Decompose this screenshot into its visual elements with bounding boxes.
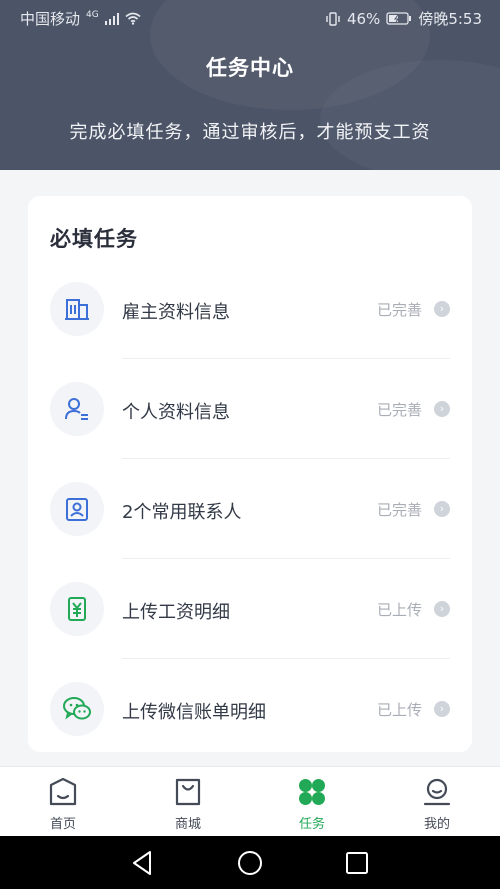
task-label: 雇主资料信息	[122, 302, 230, 323]
vibrate-icon	[326, 11, 340, 26]
divider	[122, 358, 450, 359]
contact-card-icon	[50, 482, 104, 536]
task-status: 已完善	[376, 401, 422, 419]
shopping-bag-icon	[175, 778, 201, 806]
chevron-right-icon: ›	[434, 501, 450, 517]
tab-label: 任务	[298, 817, 325, 832]
page-title: 任务中心	[206, 56, 294, 80]
divider	[122, 458, 450, 459]
battery-icon	[386, 12, 412, 25]
wechat-icon	[50, 682, 104, 736]
page-subtitle: 完成必填任务，通过审核后，才能预支工资	[69, 122, 431, 143]
chevron-right-icon: ›	[434, 401, 450, 417]
signal-icon	[104, 12, 119, 25]
chevron-right-icon: ›	[434, 301, 450, 317]
status-right: 46% 傍晚5:53	[325, 8, 482, 29]
tab-label: 我的	[423, 817, 450, 832]
chevron-right-icon: ›	[434, 601, 450, 617]
task-employer-info[interactable]: 雇主资料信息 已完善 ›	[28, 274, 472, 374]
tab-home[interactable]: 首页	[13, 767, 113, 837]
divider	[122, 558, 450, 559]
clock: 傍晚5:53	[418, 10, 482, 28]
task-status: 已完善	[376, 301, 422, 319]
yuan-document-icon	[50, 582, 104, 636]
home-circle-icon[interactable]	[235, 848, 265, 878]
task-label: 2个常用联系人	[122, 502, 242, 523]
task-label: 上传工资明细	[122, 602, 230, 623]
wifi-icon	[125, 12, 141, 25]
user-icon	[50, 382, 104, 436]
card-title: 必填任务	[50, 227, 138, 251]
chevron-right-icon: ›	[434, 701, 450, 717]
task-contacts[interactable]: 2个常用联系人 已完善 ›	[28, 474, 472, 574]
task-salary-details[interactable]: 上传工资明细 已上传 ›	[28, 574, 472, 674]
recents-icon[interactable]	[342, 848, 372, 878]
required-tasks-card: 必填任务 雇主资料信息 已完善 › 个人资料信息 已完善 › 2个常用联系人 已…	[28, 196, 472, 752]
profile-icon	[423, 778, 451, 806]
system-navigation-bar	[0, 836, 500, 889]
bottom-tab-bar: 首页 商城 任务 我的	[0, 766, 500, 837]
status-left: 中国移动 4G	[20, 8, 141, 29]
header: 中国移动 4G 46% 傍晚5:53 任务中心 完成必填任务，通过审核后，才能预…	[0, 0, 500, 170]
tab-label: 首页	[49, 817, 76, 832]
tab-mall[interactable]: 商城	[138, 767, 238, 837]
tasks-icon	[299, 779, 325, 805]
home-icon	[49, 777, 77, 806]
task-status: 已上传	[376, 701, 422, 719]
task-status: 已上传	[376, 601, 422, 619]
building-icon	[50, 282, 104, 336]
network-type: 4G	[86, 9, 99, 20]
divider	[122, 658, 450, 659]
status-bar: 中国移动 4G 46% 傍晚5:53	[0, 0, 500, 34]
back-icon[interactable]	[128, 848, 158, 878]
task-wechat-bill[interactable]: 上传微信账单明细 已上传 ›	[28, 674, 472, 774]
tab-tasks[interactable]: 任务	[262, 767, 362, 837]
task-personal-info[interactable]: 个人资料信息 已完善 ›	[28, 374, 472, 474]
task-label: 个人资料信息	[122, 402, 230, 423]
task-label: 上传微信账单明细	[122, 702, 266, 723]
carrier-name: 中国移动	[20, 10, 81, 28]
battery-percent: 46%	[346, 9, 381, 28]
task-status: 已完善	[376, 501, 422, 519]
tab-label: 商城	[174, 817, 201, 832]
tab-profile[interactable]: 我的	[387, 767, 487, 837]
